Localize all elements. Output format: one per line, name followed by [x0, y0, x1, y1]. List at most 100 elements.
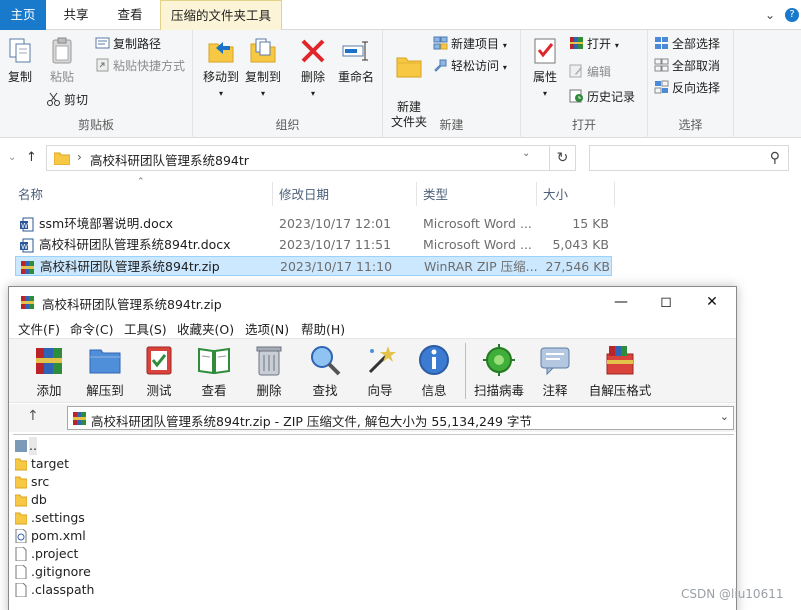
search-input[interactable]: ⚲	[589, 145, 789, 171]
test-button[interactable]: 测试	[139, 342, 179, 399]
open-button[interactable]: 打开 ▾	[569, 34, 619, 54]
invert-selection-button[interactable]: 反向选择	[654, 78, 720, 98]
new-item-button[interactable]: 新建项目 ▾	[433, 34, 507, 54]
menu-file[interactable]: 文件(F)	[18, 319, 60, 338]
view-button[interactable]: 查看	[194, 342, 234, 399]
file-row[interactable]: W 高校科研团队管理系统894tr.docx 2023/10/17 11:51 …	[15, 235, 612, 255]
select-all-button[interactable]: 全部选择	[654, 34, 720, 54]
up-one-level-icon[interactable]: ↑	[27, 408, 39, 424]
help-icon[interactable]: ?	[785, 8, 799, 22]
winrar-icon	[21, 261, 34, 274]
menu-tools[interactable]: 工具(S)	[124, 319, 167, 338]
winrar-delete-button[interactable]: 删除	[249, 342, 289, 399]
recent-locations-chevron-icon[interactable]: ⌄	[8, 152, 16, 163]
close-icon[interactable]: ✕	[697, 291, 727, 313]
virus-scan-label: 扫描病毒	[473, 383, 524, 398]
column-header-name[interactable]: 名称	[18, 184, 43, 204]
rename-icon	[342, 41, 368, 61]
breadcrumb-current-folder[interactable]: 高校科研团队管理系统894tr	[90, 150, 249, 169]
rename-button[interactable]: 重命名	[335, 36, 377, 85]
paste-button[interactable]: 粘贴	[44, 36, 80, 85]
xml-file-icon	[15, 529, 27, 543]
minimize-icon[interactable]: —	[606, 291, 636, 313]
navigation-bar: ⌄ ↑ › 高校科研团队管理系统894tr ↻ ⚲	[0, 140, 801, 176]
column-header-type[interactable]: 类型	[423, 184, 448, 204]
tab-home[interactable]: 主页	[0, 0, 46, 30]
add-label: 添加	[36, 383, 62, 398]
select-none-icon	[654, 58, 669, 72]
file-icon	[15, 547, 27, 561]
chevron-down-icon[interactable]: ⌄	[720, 410, 729, 423]
copy-button[interactable]: 复制	[3, 36, 37, 85]
address-dropdown-chevron-icon[interactable]: ⌄	[522, 148, 530, 159]
refresh-icon[interactable]: ↻	[550, 145, 576, 171]
history-button[interactable]: 历史记录	[569, 87, 635, 107]
move-to-button[interactable]: 移动到 ▾	[201, 36, 241, 101]
menu-commands[interactable]: 命令(C)	[70, 319, 113, 338]
winrar-title-bar[interactable]: 高校科研团队管理系统894tr.zip — ◻ ✕	[9, 287, 736, 317]
address-bar[interactable]: › 高校科研团队管理系统894tr	[46, 145, 550, 171]
edit-label: 编辑	[587, 65, 612, 79]
easy-access-label: 轻松访问	[451, 59, 500, 73]
group-clipboard: 复制 粘贴 复制路径 粘贴快捷方式 剪切 剪贴板	[0, 30, 193, 138]
copy-label: 复制	[7, 70, 32, 84]
history-icon	[569, 89, 583, 103]
file-date: 2023/10/17 11:51	[279, 237, 392, 252]
extract-to-button[interactable]: 解压到	[83, 342, 127, 399]
clipboard-icon	[52, 37, 72, 64]
select-all-label: 全部选择	[672, 37, 721, 51]
paste-shortcut-button[interactable]: 粘贴快捷方式	[95, 56, 185, 76]
edit-button[interactable]: 编辑	[569, 62, 611, 82]
tab-view[interactable]: 查看	[106, 0, 154, 30]
archive-path-dropdown[interactable]: 高校科研团队管理系统894tr.zip - ZIP 压缩文件, 解包大小为 55…	[67, 406, 734, 430]
info-label: 信息	[421, 383, 447, 398]
maximize-icon[interactable]: ◻	[651, 291, 681, 313]
column-divider[interactable]	[614, 182, 615, 206]
cut-label: 剪切	[64, 93, 89, 107]
find-button[interactable]: 查找	[305, 342, 345, 399]
delete-button[interactable]: 删除 ▾	[295, 36, 331, 101]
column-divider[interactable]	[272, 182, 273, 206]
virus-scan-icon	[483, 344, 515, 376]
file-row[interactable]: W ssm环境部署说明.docx 2023/10/17 12:01 Micros…	[15, 214, 612, 234]
virus-scan-button[interactable]: 扫描病毒	[473, 342, 525, 399]
up-arrow-icon[interactable]: ↑	[26, 150, 37, 165]
new-item-label: 新建项目	[451, 37, 500, 51]
paste-shortcut-label: 粘贴快捷方式	[113, 59, 186, 73]
find-label: 查找	[312, 383, 338, 398]
scissors-icon	[47, 92, 60, 106]
copy-path-button[interactable]: 复制路径	[95, 34, 161, 54]
comment-button[interactable]: 注释	[535, 342, 575, 399]
ribbon-tab-bar: 主页 共享 查看 压缩的文件夹工具 ⌄ ?	[0, 0, 801, 30]
item-name: target	[31, 456, 70, 471]
file-size: 15 KB	[572, 216, 609, 231]
column-divider[interactable]	[416, 182, 417, 206]
column-header-date[interactable]: 修改日期	[279, 184, 329, 204]
menu-favorites[interactable]: 收藏夹(O)	[177, 319, 234, 338]
column-divider[interactable]	[536, 182, 537, 206]
menu-options[interactable]: 选项(N)	[245, 319, 289, 338]
cut-button[interactable]: 剪切	[46, 90, 88, 110]
group-open: 属性 ▾ 打开 ▾ 编辑 历史记录 打开	[521, 30, 648, 138]
delete-label: 删除	[300, 70, 325, 84]
copy-to-button[interactable]: 复制到 ▾	[243, 36, 283, 101]
invert-selection-icon	[654, 80, 669, 94]
copy-to-dropdown-icon: ▾	[260, 89, 265, 98]
sfx-button[interactable]: 自解压格式	[587, 342, 653, 399]
file-row-selected[interactable]: 高校科研团队管理系统894tr.zip 2023/10/17 11:10 Win…	[15, 256, 612, 276]
add-button[interactable]: 添加	[29, 342, 69, 399]
tab-share[interactable]: 共享	[52, 0, 100, 30]
column-header-size[interactable]: 大小	[543, 184, 568, 204]
wizard-button[interactable]: 向导	[360, 342, 400, 399]
tab-compressed-folder-tools[interactable]: 压缩的文件夹工具	[160, 0, 282, 30]
ribbon-collapse-chevron-icon[interactable]: ⌄	[765, 8, 775, 22]
parent-folder-icon	[15, 440, 27, 452]
winrar-path-bar: ↑ 高校科研团队管理系统894tr.zip - ZIP 压缩文件, 解包大小为 …	[9, 404, 736, 432]
select-none-button[interactable]: 全部取消	[654, 56, 720, 76]
item-name: .classpath	[31, 582, 95, 597]
info-button[interactable]: 信息	[414, 342, 454, 399]
search-icon: ⚲	[769, 150, 780, 166]
easy-access-button[interactable]: 轻松访问 ▾	[433, 56, 507, 76]
menu-help[interactable]: 帮助(H)	[301, 319, 345, 338]
properties-button[interactable]: 属性 ▾	[527, 36, 563, 101]
